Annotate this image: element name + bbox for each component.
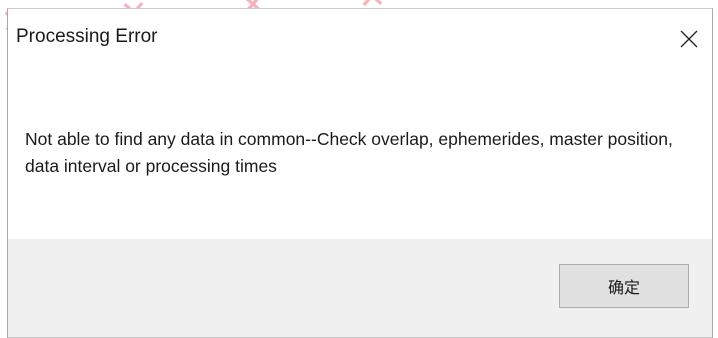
close-icon (680, 30, 698, 48)
dialog-content: Not able to find any data in common--Che… (8, 65, 712, 239)
title-bar: Processing Error (8, 9, 712, 65)
error-message: Not able to find any data in common--Che… (25, 129, 673, 176)
dialog-footer: 确定 (8, 239, 712, 338)
dialog-title: Processing Error (16, 26, 158, 47)
screen: ✕ ✕ ✕ ✕ ✕ ✕ Processing Error Not able to… (0, 0, 718, 338)
close-button[interactable] (666, 17, 712, 61)
error-dialog: Processing Error Not able to find any da… (7, 8, 713, 338)
ok-button[interactable]: 确定 (559, 264, 689, 308)
